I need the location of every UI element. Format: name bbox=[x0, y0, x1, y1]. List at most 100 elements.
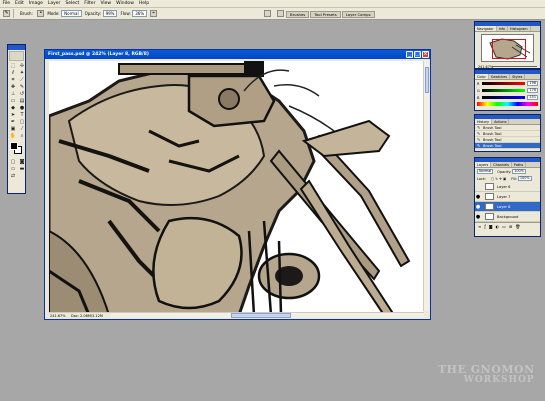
canvas[interactable] bbox=[49, 61, 424, 315]
horizontal-scrollbar[interactable] bbox=[111, 313, 424, 318]
trash-icon[interactable]: 🗑 bbox=[515, 224, 520, 229]
notes-tool-icon[interactable]: ▣ bbox=[9, 126, 17, 132]
menu-select[interactable]: Select bbox=[63, 1, 82, 6]
stamp-tool-icon[interactable]: ⊥ bbox=[9, 91, 17, 97]
tab-styles[interactable]: Styles bbox=[510, 74, 526, 79]
document-titlebar[interactable]: First_pass.psd @ 242% (Layer 8, RGB/8) _… bbox=[45, 50, 430, 59]
type-tool-icon[interactable]: T bbox=[18, 112, 26, 118]
navigator-zoom-value[interactable]: 241.67% bbox=[478, 65, 493, 69]
foreground-color-swatch[interactable] bbox=[10, 142, 18, 150]
eye-icon[interactable]: ● bbox=[475, 214, 481, 220]
link-icon[interactable]: ∞ bbox=[478, 224, 481, 229]
menu-edit[interactable]: Edit bbox=[13, 1, 27, 6]
layer-row[interactable]: ● Layer 7 bbox=[475, 192, 540, 202]
layer-opacity-field[interactable]: 100% bbox=[512, 169, 526, 174]
doc-size-info[interactable]: Doc: 2.06M/3.12M bbox=[71, 314, 111, 318]
layer-row-selected[interactable]: ● Layer 8 bbox=[475, 202, 540, 212]
menu-layer[interactable]: Layer bbox=[45, 1, 63, 6]
slice-tool-icon[interactable]: ⟋ bbox=[18, 77, 26, 83]
quick-mask-icon[interactable]: ◙ bbox=[18, 159, 26, 165]
tab-layers[interactable]: Layers bbox=[475, 162, 492, 167]
slider-g[interactable] bbox=[482, 89, 525, 92]
menu-filter[interactable]: Filter bbox=[82, 1, 98, 6]
menu-window[interactable]: Window bbox=[114, 1, 137, 6]
slider-b[interactable] bbox=[482, 96, 525, 99]
marquee-tool-icon[interactable]: ⬚ bbox=[9, 63, 17, 69]
maximize-button[interactable]: □ bbox=[414, 51, 421, 58]
tab-history[interactable]: History bbox=[475, 119, 493, 124]
layer-style-icon[interactable]: ƒ bbox=[484, 224, 485, 229]
tab-swatches[interactable]: Swatches bbox=[489, 74, 511, 79]
slider-r[interactable] bbox=[482, 82, 525, 85]
move-tool-icon[interactable]: ✢ bbox=[18, 63, 26, 69]
mode-select[interactable]: Normal bbox=[61, 10, 82, 17]
eye-icon[interactable]: ● bbox=[475, 204, 481, 210]
file-browser-icon[interactable] bbox=[264, 10, 271, 17]
well-tab-brushes[interactable]: Brushes bbox=[286, 11, 310, 18]
brush-tool-preset-icon[interactable]: ✎ bbox=[3, 10, 10, 17]
magic-wand-tool-icon[interactable]: ✦ bbox=[18, 70, 26, 76]
blend-mode-select[interactable]: Normal bbox=[477, 169, 494, 174]
eraser-tool-icon[interactable]: ▭ bbox=[9, 98, 17, 104]
menu-view[interactable]: View bbox=[98, 1, 114, 6]
history-brush-tool-icon[interactable]: ↺ bbox=[18, 91, 26, 97]
navigator-zoom-slider[interactable] bbox=[492, 66, 537, 67]
lock-icon[interactable]: ▢ ✎ ✢ ▣ bbox=[491, 177, 506, 181]
fill-field[interactable]: 100% bbox=[517, 176, 532, 181]
mask-icon[interactable]: ◙ bbox=[489, 224, 493, 229]
dodge-tool-icon[interactable]: ● bbox=[18, 105, 26, 111]
menu-help[interactable]: Help bbox=[136, 1, 151, 6]
gradient-tool-icon[interactable]: ▤ bbox=[18, 98, 26, 104]
pen-tool-icon[interactable]: ✒ bbox=[9, 119, 17, 125]
tab-actions[interactable]: Actions bbox=[492, 119, 510, 124]
close-button[interactable]: × bbox=[422, 51, 429, 58]
color-spectrum-bar[interactable] bbox=[477, 102, 538, 106]
flow-field[interactable]: 36% bbox=[132, 10, 148, 17]
navigator-thumbnail[interactable] bbox=[481, 34, 534, 62]
navigator-view-box[interactable] bbox=[492, 39, 526, 59]
tab-info[interactable]: Info bbox=[497, 26, 509, 31]
blur-tool-icon[interactable]: ◆ bbox=[9, 105, 17, 111]
value-r[interactable]: 196 bbox=[527, 81, 538, 86]
path-selection-tool-icon[interactable]: ➤ bbox=[9, 112, 17, 118]
tab-paths[interactable]: Paths bbox=[512, 162, 527, 167]
toolbox-titlebar[interactable] bbox=[8, 45, 25, 50]
crop-tool-icon[interactable]: ⌗ bbox=[9, 77, 17, 83]
standard-mode-icon[interactable]: ▢ bbox=[9, 159, 17, 165]
zoom-tool-icon[interactable]: ⌕ bbox=[18, 133, 26, 139]
toggle-palettes-icon[interactable] bbox=[277, 10, 284, 17]
value-g[interactable]: 176 bbox=[527, 88, 538, 93]
brush-tool-icon[interactable]: ✎ bbox=[18, 84, 26, 90]
layer-row[interactable]: ● Background bbox=[475, 212, 540, 222]
menu-file[interactable]: File bbox=[0, 1, 13, 6]
eyedropper-tool-icon[interactable]: ⁄ bbox=[18, 126, 26, 132]
new-layer-icon[interactable]: ⊞ bbox=[509, 224, 512, 229]
minimize-button[interactable]: _ bbox=[406, 51, 413, 58]
opacity-field[interactable]: 99% bbox=[102, 10, 118, 17]
tab-color[interactable]: Color bbox=[475, 74, 489, 79]
airbrush-icon[interactable]: ⌁ bbox=[150, 10, 158, 17]
full-screen-icon[interactable]: ▬ bbox=[18, 166, 26, 172]
healing-tool-icon[interactable]: ✚ bbox=[9, 84, 17, 90]
zoom-field[interactable]: 241.67% bbox=[49, 314, 71, 318]
adjustment-layer-icon[interactable]: ◐ bbox=[496, 224, 500, 229]
well-tab-layer-comps[interactable]: Layer Comps bbox=[341, 11, 375, 18]
hand-tool-icon[interactable]: ✋ bbox=[9, 133, 17, 139]
vertical-scrollbar[interactable] bbox=[423, 61, 429, 311]
shape-tool-icon[interactable]: ▢ bbox=[18, 119, 26, 125]
menu-image[interactable]: Image bbox=[26, 1, 45, 6]
eye-icon[interactable]: ● bbox=[475, 194, 481, 200]
vertical-scroll-thumb[interactable] bbox=[425, 67, 429, 93]
brush-picker-icon[interactable]: • bbox=[37, 10, 45, 17]
well-tab-tool-presets[interactable]: Tool Presets bbox=[310, 11, 341, 18]
layer-row[interactable]: Layer 6 bbox=[475, 182, 540, 192]
horizontal-scroll-thumb[interactable] bbox=[231, 313, 291, 318]
screen-mode-icon[interactable]: ▭ bbox=[9, 166, 17, 172]
toolbox-logo[interactable] bbox=[9, 51, 24, 61]
history-item-selected[interactable]: ✎ Brush Tool bbox=[475, 143, 540, 149]
tab-navigator[interactable]: Navigator bbox=[475, 26, 497, 31]
tab-channels[interactable]: Channels bbox=[491, 162, 512, 167]
lasso-tool-icon[interactable]: ℓ bbox=[9, 70, 17, 76]
tab-histogram[interactable]: Histogram bbox=[508, 26, 531, 31]
jump-to-imageready-icon[interactable]: ⇄ bbox=[9, 173, 17, 179]
